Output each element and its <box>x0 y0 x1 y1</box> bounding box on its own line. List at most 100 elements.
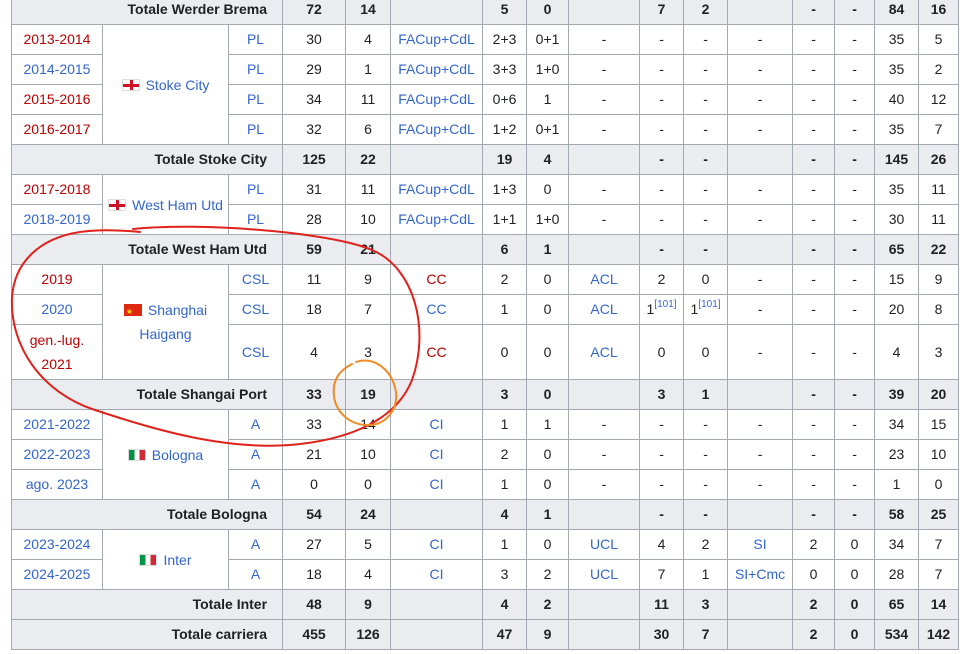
cell: - <box>683 174 729 205</box>
season-link[interactable]: 2020 <box>11 294 103 325</box>
continental-link[interactable]: ACL <box>568 264 641 295</box>
cell: 4 <box>282 324 347 380</box>
cell: 7 <box>918 114 960 145</box>
cell: - <box>834 0 876 25</box>
cell: - <box>639 174 685 205</box>
cell: 39 <box>874 379 920 410</box>
league-link[interactable]: CSL <box>227 294 284 325</box>
cell: - <box>727 294 794 325</box>
cell: 7 <box>918 529 960 560</box>
cup-link[interactable]: CC <box>390 324 484 380</box>
season-link[interactable]: 2013-2014 <box>11 24 103 55</box>
cell: 2 <box>792 619 836 650</box>
cell: - <box>792 144 836 175</box>
cup-link[interactable]: FACup+CdL <box>390 204 484 235</box>
continental-link[interactable]: ACL <box>568 294 641 325</box>
supercup-link[interactable]: SI <box>727 529 794 560</box>
cell: 9 <box>345 589 392 620</box>
league-link[interactable]: PL <box>227 114 284 145</box>
cell: 27 <box>282 529 347 560</box>
league-link[interactable]: CSL <box>227 264 284 295</box>
league-link[interactable]: A <box>227 529 284 560</box>
season-link[interactable]: 2019 <box>11 264 103 295</box>
table-row: 2013-2014 Stoke City PL 30 4 FACup+CdL 2… <box>11 24 960 145</box>
reference-link[interactable]: [101] <box>698 299 720 310</box>
league-link[interactable]: A <box>227 469 284 500</box>
cup-link[interactable]: CI <box>390 439 484 470</box>
total-label: Totale carriera <box>10 619 284 650</box>
cup-link[interactable]: FACup+CdL <box>390 174 484 205</box>
total-label: Totale West Ham Utd <box>10 234 284 265</box>
cell: 40 <box>874 84 920 115</box>
cell: - <box>834 84 876 115</box>
league-link[interactable]: PL <box>227 174 284 205</box>
cell: - <box>683 24 729 55</box>
cell: 20 <box>918 379 960 410</box>
cell-empty <box>727 499 794 530</box>
season-link[interactable]: 2017-2018 <box>11 174 103 205</box>
cell: 11 <box>345 174 392 205</box>
season-link[interactable]: 2022-2023 <box>11 439 103 470</box>
club-link-shanghai[interactable]: Shanghai Haigang <box>139 302 207 342</box>
cell: 0 <box>482 324 528 380</box>
season-link[interactable]: ago. 2023 <box>11 469 103 500</box>
continental-link[interactable]: ACL <box>568 324 641 380</box>
league-link[interactable]: A <box>227 559 284 590</box>
club-link-inter[interactable]: Inter <box>163 552 191 568</box>
club-link-stoke[interactable]: Stoke City <box>146 77 210 93</box>
season-link[interactable]: 2024-2025 <box>11 559 103 590</box>
league-link[interactable]: PL <box>227 24 284 55</box>
cup-link[interactable]: CI <box>390 559 484 590</box>
england-flag-icon <box>121 78 140 91</box>
cell-empty <box>390 0 484 25</box>
table-row-total-westham: Totale West Ham Utd 59 21 6 1 - - - - 65… <box>10 234 960 265</box>
league-link[interactable]: A <box>227 439 284 470</box>
reference-link[interactable]: [101] <box>654 299 676 310</box>
cup-link[interactable]: FACup+CdL <box>390 24 484 55</box>
cell: 2 <box>482 264 528 295</box>
league-link[interactable]: CSL <box>227 324 284 380</box>
cell: 9 <box>918 264 960 295</box>
cell: 30 <box>282 24 347 55</box>
cup-link[interactable]: CI <box>390 409 484 440</box>
supercup-link[interactable]: SI+Cmc <box>727 559 794 590</box>
season-link[interactable]: 2021-2022 <box>11 409 103 440</box>
cell: - <box>792 379 836 410</box>
cup-link[interactable]: CI <box>390 469 484 500</box>
cell: 1 <box>874 469 920 500</box>
cup-link[interactable]: CC <box>390 264 484 295</box>
season-link[interactable]: 2023-2024 <box>11 529 103 560</box>
cell: - <box>568 54 641 85</box>
table-row: 2019 Shanghai Haigang CSL 11 9 CC 2 0 AC… <box>11 264 960 380</box>
cell: 7 <box>683 619 729 650</box>
england-flag-icon <box>108 198 127 211</box>
cell: 2 <box>639 264 685 295</box>
cell: 0 <box>683 264 729 295</box>
cell: 1+0 <box>526 54 570 85</box>
cup-link[interactable]: FACup+CdL <box>390 84 484 115</box>
season-link[interactable]: 2014-2015 <box>11 54 103 85</box>
cup-link[interactable]: CI <box>390 529 484 560</box>
cell: - <box>792 234 836 265</box>
season-link[interactable]: gen.-lug. 2021 <box>11 324 103 380</box>
club-link-bologna[interactable]: Bologna <box>152 447 203 463</box>
cell: 2 <box>526 589 570 620</box>
cell: - <box>639 469 685 500</box>
league-link[interactable]: PL <box>227 54 284 85</box>
cell: 25 <box>918 499 960 530</box>
cup-link[interactable]: FACup+CdL <box>390 54 484 85</box>
league-link[interactable]: PL <box>227 84 284 115</box>
cell: 3 <box>639 379 685 410</box>
cup-link[interactable]: CC <box>390 294 484 325</box>
cell-empty <box>727 379 794 410</box>
continental-link[interactable]: UCL <box>568 559 641 590</box>
cup-link[interactable]: FACup+CdL <box>390 114 484 145</box>
cell: - <box>639 144 685 175</box>
season-link[interactable]: 2018-2019 <box>11 204 103 235</box>
season-link[interactable]: 2016-2017 <box>11 114 103 145</box>
league-link[interactable]: PL <box>227 204 284 235</box>
club-link-westham[interactable]: West Ham Utd <box>132 197 223 213</box>
continental-link[interactable]: UCL <box>568 529 641 560</box>
league-link[interactable]: A <box>227 409 284 440</box>
season-link[interactable]: 2015-2016 <box>11 84 103 115</box>
